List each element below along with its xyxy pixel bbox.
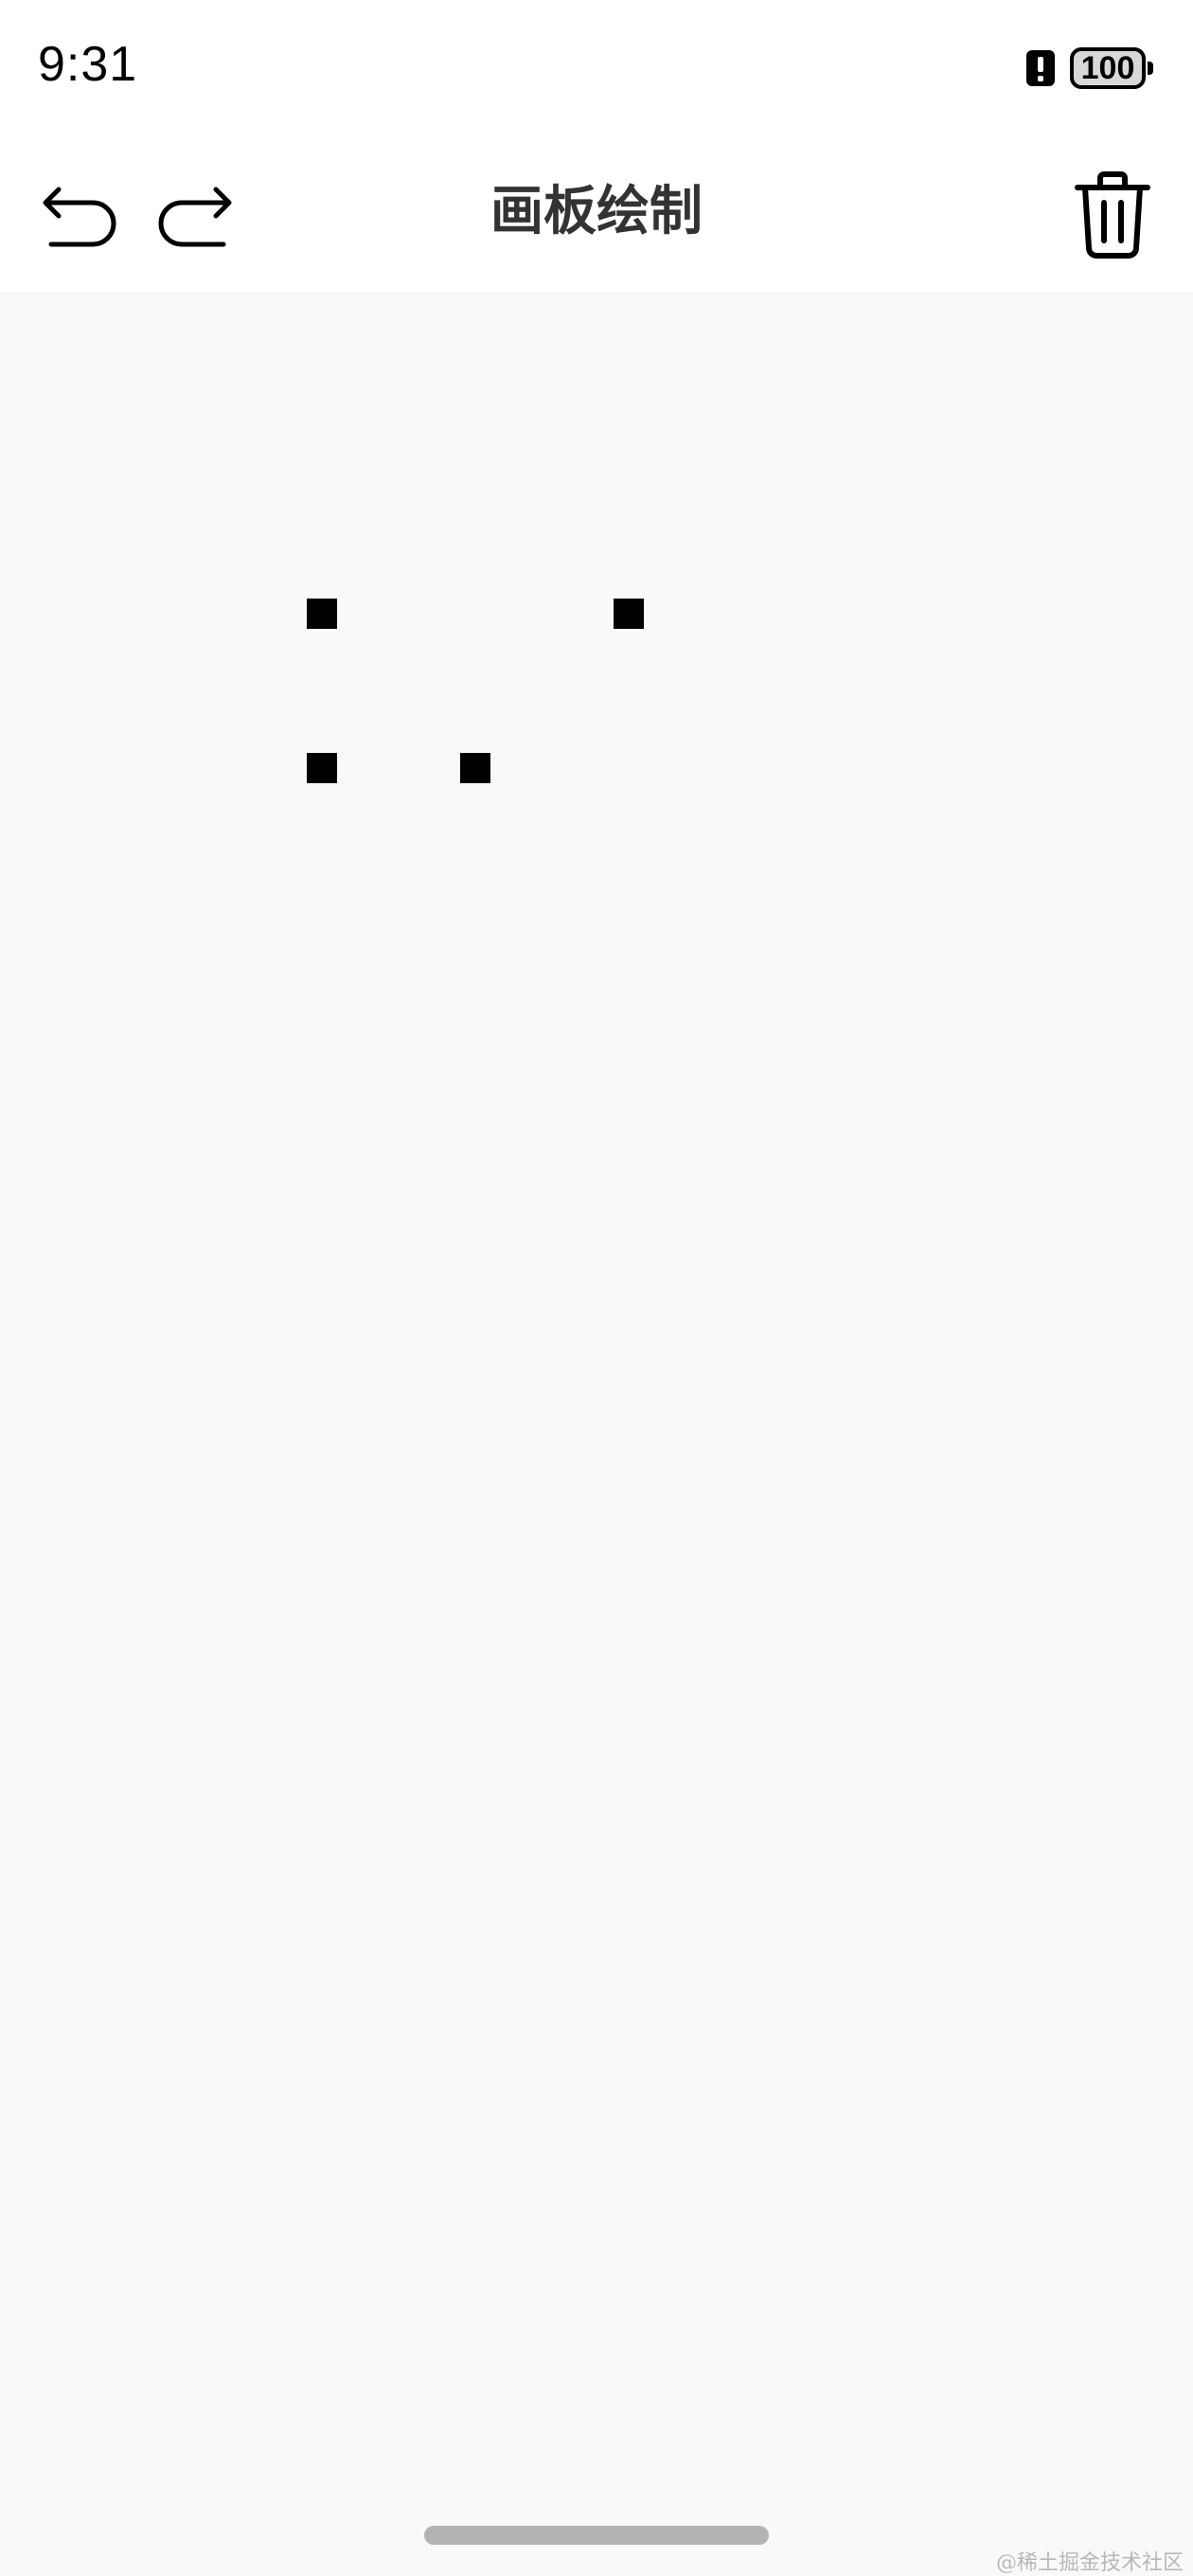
undo-button[interactable]	[38, 170, 123, 256]
redo-button[interactable]	[151, 170, 237, 256]
trash-icon	[1075, 171, 1150, 259]
stroke-point	[307, 753, 337, 783]
drawing-canvas[interactable]	[0, 292, 1193, 2576]
redo-icon	[158, 187, 232, 247]
watermark: @稀土掘金技术社区	[995, 2551, 1184, 2575]
status-bar: 9:31 100	[0, 0, 1193, 133]
stroke-point	[614, 599, 644, 629]
battery-indicator: 100	[1070, 47, 1153, 89]
toolbar: 画板绘制	[0, 133, 1193, 292]
stroke-point	[460, 753, 490, 783]
stroke-point	[307, 599, 337, 629]
battery-level: 100	[1080, 50, 1135, 86]
clear-button[interactable]	[1070, 167, 1155, 261]
app-screen: 9:31 100 画板绘制 @稀土掘金技术社区	[0, 0, 1193, 2576]
undo-icon	[43, 187, 116, 247]
battery-tip	[1148, 62, 1153, 75]
status-time: 9:31	[38, 37, 138, 92]
alert-icon	[1026, 50, 1055, 86]
home-indicator[interactable]	[424, 2526, 769, 2545]
